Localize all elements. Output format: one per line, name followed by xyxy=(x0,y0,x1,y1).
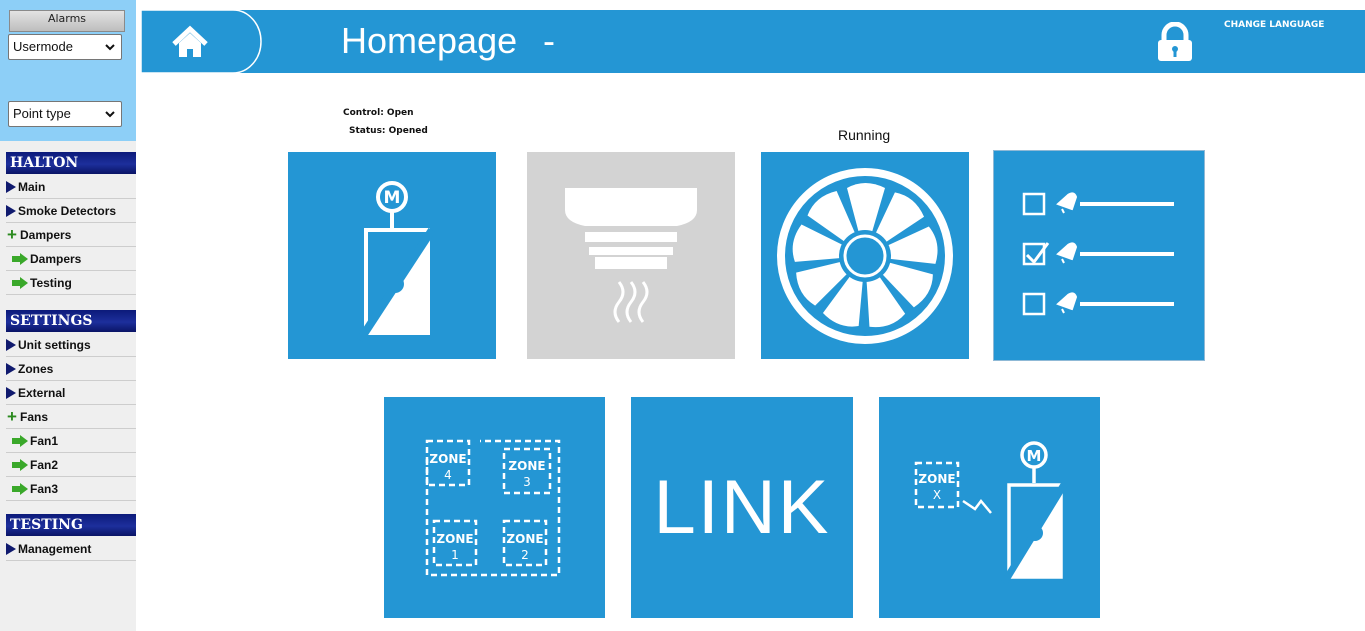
damper-status: Status: Opened xyxy=(349,126,428,136)
home-tab[interactable] xyxy=(141,10,263,73)
green-arrow-icon xyxy=(12,253,28,265)
plus-icon: + xyxy=(7,407,17,426)
control-status: Control: Open xyxy=(343,108,414,118)
section-header-halton: HALTON xyxy=(6,152,136,174)
triangle-icon xyxy=(6,387,16,399)
motor-label-2: M xyxy=(1027,447,1042,465)
triangle-icon xyxy=(6,363,16,375)
header-bar: Homepage - CHANGE LANGUAGE xyxy=(141,10,1365,73)
sidebar-item-label: Fan1 xyxy=(30,434,59,448)
zone-1-number: 1 xyxy=(451,548,459,562)
sidebar: Alarms Usermode Point type HALTON Main Smo… xyxy=(0,0,136,631)
sidebar-item-main[interactable]: Main xyxy=(6,176,136,199)
zone-3-number: 3 xyxy=(523,475,531,489)
chevron-down-icon xyxy=(105,44,115,51)
sidebar-item-label: External xyxy=(18,386,66,400)
fan-tile[interactable] xyxy=(761,152,969,359)
damper-icon: M xyxy=(356,181,436,343)
sidebar-item-fan3[interactable]: Fan3 xyxy=(6,478,136,501)
page-title-suffix: - xyxy=(543,20,555,61)
sidebar-item-fan1[interactable]: Fan1 xyxy=(6,430,136,453)
plus-icon: + xyxy=(7,225,17,244)
sidebar-item-unit-settings[interactable]: Unit settings xyxy=(6,334,136,357)
zone-1-label: ZONE xyxy=(436,532,473,546)
zone-4-number: 4 xyxy=(444,468,452,482)
zone-2-label: ZONE xyxy=(506,532,543,546)
sidebar-item-dampers[interactable]: + Dampers xyxy=(6,224,136,247)
fan-running-status: Running xyxy=(838,127,891,143)
sidebar-item-label: Dampers xyxy=(20,228,72,242)
sidebar-item-fans[interactable]: + Fans xyxy=(6,406,136,429)
point-type-select[interactable]: Point type xyxy=(8,101,122,127)
zones-tile[interactable]: ZONE 4 ZONE 3 ZONE 1 ZONE 2 xyxy=(384,397,605,618)
sidebar-item-fan2[interactable]: Fan2 xyxy=(6,454,136,477)
lock-icon[interactable] xyxy=(1155,22,1195,62)
sidebar-item-label: Zones xyxy=(18,362,54,376)
sidebar-item-testing[interactable]: Testing xyxy=(6,272,136,295)
usermode-select-value: Usermode xyxy=(13,39,73,54)
checklist-icon xyxy=(1022,192,1174,316)
green-arrow-icon xyxy=(12,459,28,471)
sidebar-item-label: Main xyxy=(18,180,46,194)
change-language-link[interactable]: CHANGE LANGUAGE xyxy=(1224,20,1324,30)
signal-icon xyxy=(962,498,992,514)
triangle-icon xyxy=(6,543,16,555)
zone-x-number: X xyxy=(933,488,941,502)
zone-4-label: ZONE xyxy=(429,452,466,466)
smoke-detector-tile[interactable] xyxy=(527,152,735,359)
point-type-select-value: Point type xyxy=(13,106,71,121)
triangle-icon xyxy=(6,339,16,351)
green-arrow-icon xyxy=(12,277,28,289)
usermode-select[interactable]: Usermode xyxy=(8,34,122,60)
zones-icon: ZONE 4 ZONE 3 ZONE 1 ZONE 2 xyxy=(425,439,561,577)
sidebar-item-dampers[interactable]: Dampers xyxy=(6,248,136,271)
sidebar-item-label: Fans xyxy=(20,410,49,424)
zone-2-number: 2 xyxy=(521,548,529,562)
zone-damper-tile[interactable]: ZONE X M xyxy=(879,397,1100,618)
sidebar-item-management[interactable]: Management xyxy=(6,538,136,561)
link-tile[interactable]: LINK xyxy=(631,397,853,618)
alarms-button[interactable]: Alarms xyxy=(9,10,125,32)
sidebar-item-zones[interactable]: Zones xyxy=(6,358,136,381)
sidebar-item-external[interactable]: External xyxy=(6,382,136,405)
zone-x-label: ZONE xyxy=(918,472,955,486)
smoke-detector-icon xyxy=(565,188,697,323)
sidebar-item-label: Unit settings xyxy=(18,338,91,352)
green-arrow-icon xyxy=(12,483,28,495)
fan-icon xyxy=(777,168,953,344)
sidebar-item-smoke-detectors[interactable]: Smoke Detectors xyxy=(6,200,136,223)
page-title: Homepage xyxy=(341,20,518,61)
zone-damper-icon: ZONE X M xyxy=(914,441,1068,585)
sidebar-item-label: Management xyxy=(18,542,92,556)
chevron-down-icon xyxy=(105,111,115,118)
triangle-icon xyxy=(6,181,16,193)
link-label: LINK xyxy=(653,465,831,550)
sidebar-item-label: Fan3 xyxy=(30,482,59,496)
sidebar-item-label: Dampers xyxy=(30,252,82,266)
motor-label: M xyxy=(384,188,401,208)
sidebar-item-label: Testing xyxy=(30,276,72,290)
zone-3-label: ZONE xyxy=(508,459,545,473)
damper-tile[interactable]: M xyxy=(288,152,496,359)
green-arrow-icon xyxy=(12,435,28,447)
triangle-icon xyxy=(6,205,16,217)
section-header-settings: SETTINGS xyxy=(6,310,136,332)
alarm-checklist-tile[interactable] xyxy=(993,150,1205,361)
sidebar-controls: Alarms Usermode Point type xyxy=(0,0,136,141)
sidebar-item-label: Fan2 xyxy=(30,458,59,472)
sidebar-item-label: Smoke Detectors xyxy=(18,204,117,218)
section-header-testing: TESTING xyxy=(6,514,136,536)
